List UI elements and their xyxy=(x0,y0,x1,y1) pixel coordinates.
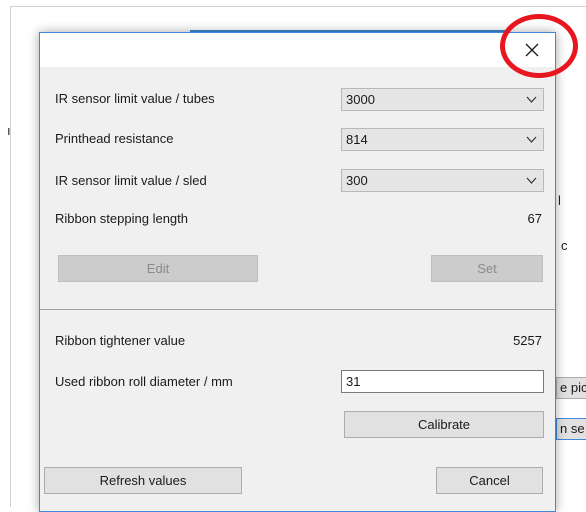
dialog-titlebar xyxy=(40,33,555,67)
printhead-resistance-label: Printhead resistance xyxy=(55,131,174,146)
cancel-button[interactable]: Cancel xyxy=(436,467,543,494)
ir-sensor-sled-select[interactable]: 300 xyxy=(341,169,544,192)
chevron-down-icon xyxy=(526,177,537,184)
chevron-down-icon xyxy=(526,136,537,143)
background-text-fragment: l xyxy=(558,193,561,208)
background-text-fragment: c xyxy=(561,238,568,253)
close-icon xyxy=(525,43,539,57)
edit-button[interactable]: Edit xyxy=(58,255,258,282)
ribbon-stepping-label: Ribbon stepping length xyxy=(55,211,188,226)
calibrate-button[interactable]: Calibrate xyxy=(344,411,544,438)
background-text-fragment: ı xyxy=(7,123,11,138)
settings-dialog: IR sensor limit value / tubes 3000 Print… xyxy=(39,32,556,512)
ir-sensor-tubes-label: IR sensor limit value / tubes xyxy=(55,91,215,106)
roll-diameter-input[interactable] xyxy=(341,370,544,393)
roll-diameter-label: Used ribbon roll diameter / mm xyxy=(55,374,233,389)
printhead-resistance-value: 814 xyxy=(346,132,368,147)
set-button[interactable]: Set xyxy=(431,255,543,282)
background-button-settings[interactable]: n se xyxy=(556,418,586,440)
background-window-border xyxy=(10,6,586,7)
chevron-down-icon xyxy=(526,96,537,103)
background-window-left-border xyxy=(10,6,11,507)
ir-sensor-tubes-select[interactable]: 3000 xyxy=(341,88,544,111)
ribbon-tightener-value: 5257 xyxy=(513,333,542,348)
ir-sensor-sled-label: IR sensor limit value / sled xyxy=(55,173,207,188)
ribbon-stepping-value: 67 xyxy=(527,211,542,226)
section-divider xyxy=(40,309,555,310)
ribbon-tightener-label: Ribbon tightener value xyxy=(55,333,186,348)
printhead-resistance-select[interactable]: 814 xyxy=(341,128,544,151)
close-button[interactable] xyxy=(517,37,547,63)
refresh-values-button[interactable]: Refresh values xyxy=(44,467,242,494)
background-button-picture[interactable]: e pict xyxy=(556,377,586,399)
ir-sensor-tubes-value: 3000 xyxy=(346,92,375,107)
ir-sensor-sled-value: 300 xyxy=(346,173,368,188)
